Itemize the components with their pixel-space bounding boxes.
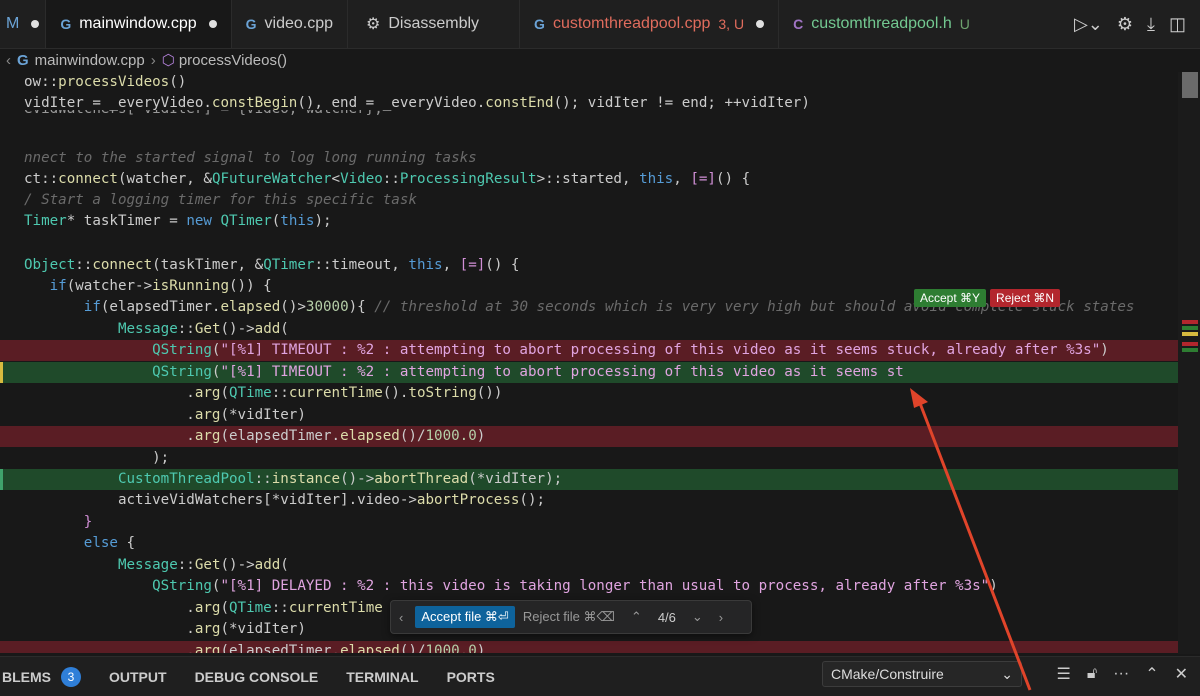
task-select[interactable]: CMake/Construire ⌄ bbox=[822, 661, 1022, 687]
reject-file-button[interactable]: Reject file ⌘⌫ bbox=[515, 609, 623, 625]
tab-label: BLEMS bbox=[2, 668, 51, 685]
code-line: else { bbox=[83, 535, 136, 551]
code-line: Timer* taskTimer = new QTimer(this); bbox=[24, 213, 332, 229]
cpp-file-icon: G bbox=[17, 51, 29, 69]
unsaved-dot-icon bbox=[208, 20, 217, 28]
deleted-code-line: .arg(elapsedTimer.elapsed()/1000.0) bbox=[0, 641, 1178, 653]
cpp-file-icon: G bbox=[534, 16, 545, 32]
tab-label: OUTPUT bbox=[109, 668, 167, 685]
minimap-warning-marker bbox=[1182, 332, 1198, 336]
tab-label: video.cpp bbox=[264, 15, 334, 32]
tab-video-cpp[interactable]: G video.cpp bbox=[232, 0, 349, 48]
accept-file-button[interactable]: Accept file ⌘⏎ bbox=[415, 606, 515, 628]
cpp-file-icon: G bbox=[245, 16, 257, 32]
tab-customthreadpool-h[interactable]: C customthreadpool.h U bbox=[779, 0, 984, 48]
editor-actions: ▷⌄ ⚙ ⤓ ◫ bbox=[1063, 0, 1200, 48]
editor-tab-bar: M G mainwindow.cpp G video.cpp ⚙ Disasse… bbox=[0, 0, 1200, 49]
settings-gear-icon[interactable]: ⚙ bbox=[1117, 14, 1133, 35]
cpp-file-icon: G bbox=[60, 16, 72, 32]
tab-status: 3, U bbox=[718, 16, 745, 32]
code-line: .arg(*vidIter) bbox=[24, 407, 306, 423]
chevron-up-icon[interactable]: ⌃ bbox=[623, 609, 650, 625]
minimap-insertion-marker bbox=[1182, 326, 1198, 330]
code-line: } bbox=[83, 514, 93, 530]
tab-label: customthreadpool.h bbox=[811, 15, 952, 32]
inserted-code-line: CustomThreadPool::instance()->abortThrea… bbox=[0, 469, 1178, 490]
code-line: Message::Get()->add( bbox=[117, 321, 289, 337]
previous-chevron-icon[interactable]: ‹ bbox=[391, 610, 411, 625]
breadcrumb-symbol[interactable]: processVideos() bbox=[179, 52, 287, 69]
tab-debug-console[interactable]: DEBUG CONSOLE bbox=[181, 669, 333, 685]
run-icon[interactable]: ▷⌄ bbox=[1074, 14, 1103, 35]
minimap-insertion-marker bbox=[1182, 348, 1198, 352]
split-editor-icon[interactable]: ◫ bbox=[1169, 14, 1186, 35]
download-icon[interactable]: ⤓ bbox=[1147, 14, 1155, 35]
tab-problems[interactable]: BLEMS 3 bbox=[0, 666, 95, 687]
code-editor[interactable]: ow::processVideos() vidIter = _everyVide… bbox=[0, 72, 1178, 654]
code-line: ct::connect(watcher, &QFutureWatcher<Vid… bbox=[24, 171, 751, 187]
chevron-right-icon: › bbox=[150, 51, 156, 69]
more-icon[interactable]: ··· bbox=[1113, 665, 1129, 683]
tab-label: Disassembly bbox=[388, 15, 480, 32]
tab-status: U bbox=[959, 16, 970, 32]
code-line: Object::connect(taskTimer, &QTimer::time… bbox=[24, 257, 520, 273]
chevron-down-icon: ⌄ bbox=[1001, 665, 1013, 682]
chevron-left-icon: ‹ bbox=[6, 51, 11, 69]
tab-disassembly[interactable]: ⚙ Disassembly bbox=[348, 0, 521, 48]
tab-label: DEBUG CONSOLE bbox=[194, 668, 319, 685]
problems-count-badge: 3 bbox=[61, 666, 81, 687]
tab-m[interactable]: M bbox=[0, 0, 47, 48]
minimap-deletion-marker bbox=[1182, 320, 1198, 324]
inserted-code-line: QString("[%1] TIMEOUT : %2 : attempting … bbox=[0, 362, 1178, 383]
change-counter: 4/6 bbox=[657, 609, 676, 625]
tab-label: customthreadpool.cpp bbox=[552, 15, 711, 32]
tab-ports[interactable]: PORTS bbox=[433, 669, 509, 685]
breadcrumb-file[interactable]: mainwindow.cpp bbox=[35, 52, 145, 69]
gear-icon: ⚙ bbox=[366, 16, 381, 33]
reject-change-button[interactable]: Reject ⌘N bbox=[990, 289, 1061, 307]
deleted-code-line: .arg(elapsedTimer.elapsed()/1000.0) bbox=[0, 426, 1178, 447]
inline-diff-actions: Accept ⌘Y Reject ⌘N bbox=[914, 289, 1061, 307]
code-line: QString("[%1] DELAYED : %2 : this video … bbox=[152, 578, 998, 594]
tab-label: TERMINAL bbox=[346, 668, 419, 685]
unsaved-dot-icon bbox=[756, 20, 765, 28]
accept-change-button[interactable]: Accept ⌘Y bbox=[914, 289, 987, 307]
clear-output-icon[interactable]: ☰ bbox=[1056, 664, 1070, 684]
code-line: Message::Get()->add( bbox=[117, 557, 289, 573]
code-line: / Start a logging timer for this specifi… bbox=[24, 192, 417, 208]
minimap-deletion-marker bbox=[1182, 342, 1198, 346]
tab-terminal[interactable]: TERMINAL bbox=[332, 669, 432, 685]
code-line: nnect to the started signal to log long … bbox=[24, 150, 477, 166]
lock-icon[interactable]: 🔓︎ bbox=[1087, 665, 1097, 683]
tab-mainwindow-cpp[interactable]: G mainwindow.cpp bbox=[46, 0, 232, 48]
diff-review-bar: ‹ Accept file ⌘⏎ Reject file ⌘⌫ ⌃ 4/6 ⌄ … bbox=[390, 600, 752, 634]
deleted-code-line: QString("[%1] TIMEOUT : %2 : attempting … bbox=[0, 340, 1178, 361]
code-line: .arg(QTime::currentTime().toString()) bbox=[24, 385, 503, 401]
panel-actions: ☰ 🔓︎ ··· ⌃ ✕ bbox=[1056, 661, 1188, 687]
chevron-up-icon[interactable]: ⌃ bbox=[1145, 664, 1158, 684]
task-select-value: CMake/Construire bbox=[831, 666, 944, 682]
c-header-file-icon: C bbox=[793, 16, 804, 32]
minimap-slider[interactable] bbox=[1182, 72, 1198, 98]
tab-label: mainwindow.cpp bbox=[79, 15, 197, 32]
chevron-down-icon[interactable]: ⌄ bbox=[684, 609, 711, 625]
code-line: ow::processVideos() bbox=[24, 74, 187, 90]
code-line: eVidWatchers[*vidIter] = {video, watcher… bbox=[0, 110, 1178, 120]
tab-label: PORTS bbox=[446, 668, 495, 685]
minimap[interactable] bbox=[1178, 72, 1200, 654]
tab-customthreadpool-cpp[interactable]: G customthreadpool.cpp 3, U bbox=[520, 0, 780, 48]
code-line: ); bbox=[24, 450, 170, 466]
tab-output[interactable]: OUTPUT bbox=[95, 669, 181, 685]
breadcrumb: ‹ G mainwindow.cpp › ⬡ processVideos() bbox=[0, 49, 1200, 71]
tab-m-label: M bbox=[6, 15, 20, 32]
method-symbol-icon: ⬡ bbox=[161, 52, 175, 69]
unsaved-dot-icon bbox=[31, 20, 40, 28]
close-icon[interactable]: ✕ bbox=[1175, 664, 1188, 684]
code-line: activeVidWatchers[*vidIter].video->abort… bbox=[24, 492, 546, 508]
next-chevron-icon[interactable]: › bbox=[711, 610, 731, 625]
